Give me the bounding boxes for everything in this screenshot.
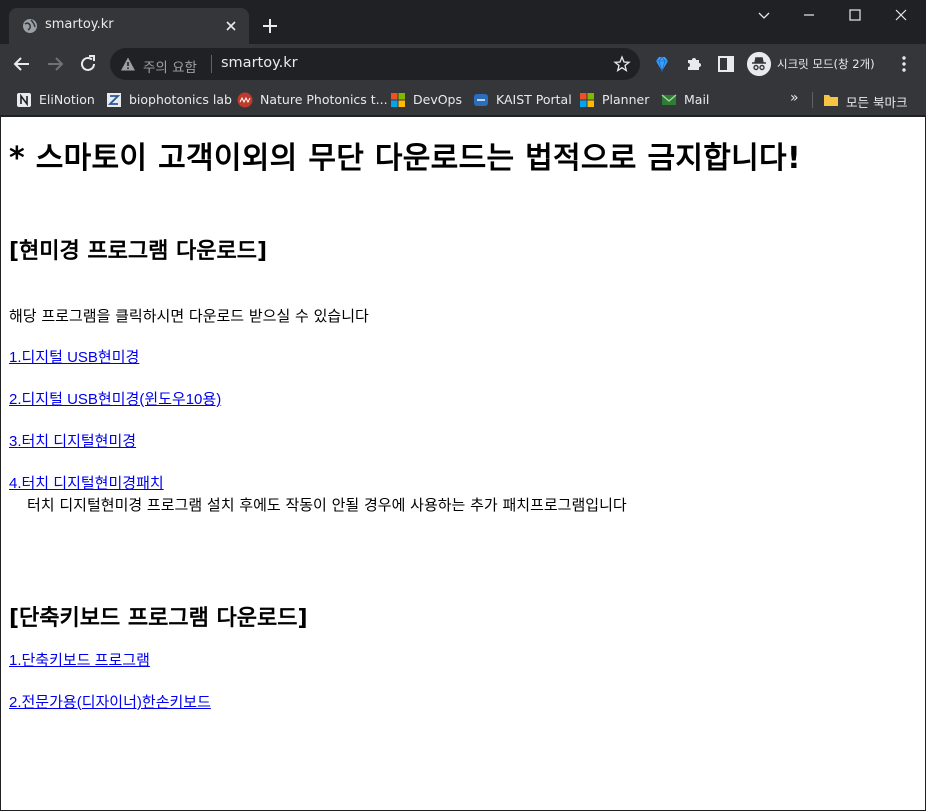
back-arrow-icon[interactable] <box>10 52 34 76</box>
microsoft-icon <box>580 93 594 107</box>
extensions-puzzle-icon[interactable] <box>684 54 704 74</box>
microsoft-icon <box>391 93 405 107</box>
tab-title: smartoy.kr <box>45 17 114 32</box>
bookmark-label: DevOps <box>413 92 462 107</box>
reload-icon[interactable] <box>76 52 100 76</box>
gem-extension-icon[interactable] <box>652 54 672 74</box>
folder-icon <box>824 95 838 106</box>
warning-heading: * 스마토이 고객이외의 무단 다운로드는 법적으로 금지합니다! <box>9 141 801 176</box>
close-tab-icon[interactable] <box>222 17 240 35</box>
bookmarks-overflow-button[interactable]: » <box>790 90 799 106</box>
window-close-icon[interactable] <box>878 0 924 30</box>
keyboard-section-heading: [단축키보드 프로그램 다운로드] <box>9 606 308 631</box>
title-bar: smartoy.kr <box>0 0 926 44</box>
new-tab-icon[interactable] <box>260 16 280 36</box>
zotero-icon <box>107 93 121 107</box>
download-link-designer-keyboard[interactable]: 2.전문가용(디자이너)한손키보드 <box>9 691 211 712</box>
download-link-touch-microscope-patch[interactable]: 4.터치 디지털현미경패치 <box>9 472 164 493</box>
bookmark-label: Mail <box>684 92 710 107</box>
download-link-shortcut-keyboard[interactable]: 1.단축키보드 프로그램 <box>9 649 150 670</box>
security-status[interactable]: 주의 요함 <box>143 56 197 76</box>
bookmarks-divider <box>812 92 813 108</box>
minimize-icon[interactable] <box>786 0 832 30</box>
incognito-label: 시크릿 모드(창 2개) <box>777 57 875 71</box>
download-link-touch-microscope[interactable]: 3.터치 디지털현미경 <box>9 430 136 451</box>
address-bar[interactable]: 주의 요함 smartoy.kr <box>110 48 640 80</box>
all-bookmarks-label: 모든 북마크 <box>846 95 908 110</box>
browser-toolbar: 주의 요함 smartoy.kr 시크릿 모드(창 2개) <box>0 44 926 84</box>
download-link-usb-microscope-win10[interactable]: 2.디지털 USB현미경(윈도우10용) <box>9 388 221 409</box>
globe-icon <box>23 19 37 33</box>
notion-icon <box>17 93 31 107</box>
patch-note-text: 터치 디지털현미경 프로그램 설치 후에도 작동이 안될 경우에 사용하는 추가… <box>27 496 627 514</box>
kaist-icon <box>474 94 488 106</box>
forward-arrow-icon[interactable] <box>43 52 67 76</box>
bookmark-label: Planner <box>602 92 650 107</box>
url-text[interactable]: smartoy.kr <box>221 55 298 71</box>
nature-photonics-icon <box>237 92 253 108</box>
tab-search-chevron-icon[interactable] <box>742 0 786 30</box>
incognito-icon <box>747 52 771 76</box>
side-panel-icon[interactable] <box>716 54 736 74</box>
bookmark-label: Nature Photonics t... <box>260 92 388 107</box>
bookmark-label: EliNotion <box>39 92 95 107</box>
bookmark-star-icon[interactable] <box>613 55 631 73</box>
browser-tab[interactable]: smartoy.kr <box>9 8 249 44</box>
microscope-intro-text: 해당 프로그램을 클릭하시면 다운로드 받으실 수 있습니다 <box>9 307 369 325</box>
bookmarks-bar: EliNotion biophotonics lab Nature Photon… <box>0 84 926 116</box>
incognito-profile-button[interactable]: 시크릿 모드(창 2개) <box>744 49 884 79</box>
kebab-menu-icon[interactable] <box>895 54 913 74</box>
maximize-icon[interactable] <box>832 0 878 30</box>
web-page: * 스마토이 고객이외의 무단 다운로드는 법적으로 금지합니다! [현미경 프… <box>1 117 925 810</box>
bookmark-label: KAIST Portal <box>496 92 572 107</box>
microscope-section-heading: [현미경 프로그램 다운로드] <box>9 239 268 264</box>
mail-icon <box>661 94 677 105</box>
bookmark-label: biophotonics lab <box>129 92 232 107</box>
download-link-usb-microscope[interactable]: 1.디지털 USB현미경 <box>9 346 139 367</box>
omnibox-divider <box>211 55 212 73</box>
warning-icon[interactable] <box>120 56 136 72</box>
